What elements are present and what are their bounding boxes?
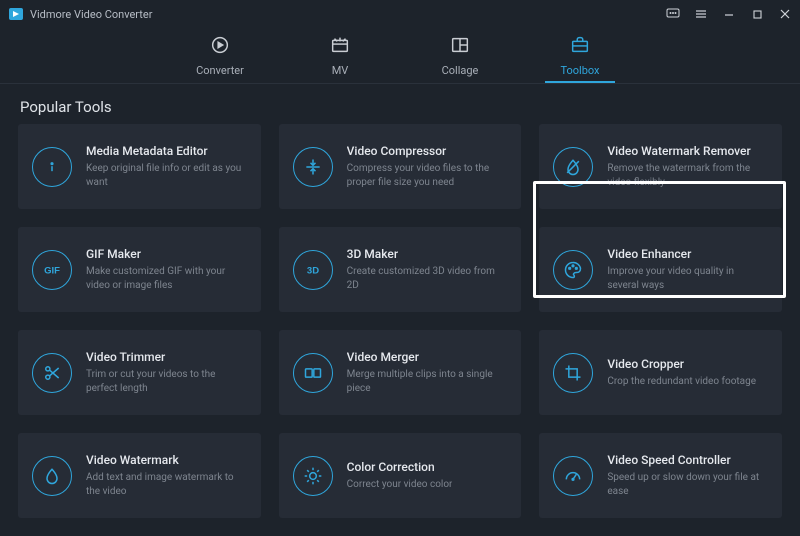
tool-media-metadata-editor[interactable]: Media Metadata Editor Keep original file…	[18, 124, 261, 209]
tools-grid: Media Metadata Editor Keep original file…	[0, 124, 800, 536]
scissors-icon	[32, 353, 72, 393]
tab-converter-label: Converter	[196, 64, 244, 77]
tab-toolbox-label: Toolbox	[560, 64, 599, 77]
tab-mv-label: MV	[332, 64, 349, 77]
feedback-icon[interactable]	[666, 7, 680, 21]
close-button[interactable]	[778, 7, 792, 21]
tab-mv[interactable]: MV	[309, 34, 371, 83]
crop-icon	[553, 353, 593, 393]
tool-3d-maker[interactable]: 3D 3D Maker Create customized 3D video f…	[279, 227, 522, 312]
svg-text:GIF: GIF	[44, 265, 60, 276]
tool-desc: Remove the watermark from the video flex…	[607, 162, 768, 189]
app-title: Vidmore Video Converter	[30, 8, 152, 21]
tool-desc: Trim or cut your videos to the perfect l…	[86, 368, 247, 395]
palette-icon	[553, 250, 593, 290]
merge-icon	[293, 353, 333, 393]
tool-title: Video Watermark	[86, 453, 247, 467]
tool-video-cropper[interactable]: Video Cropper Crop the redundant video f…	[539, 330, 782, 415]
mv-icon	[329, 34, 351, 60]
tool-title: Color Correction	[347, 460, 453, 474]
tool-desc: Correct your video color	[347, 478, 453, 492]
converter-icon	[209, 34, 231, 60]
tab-collage[interactable]: Collage	[429, 34, 491, 83]
tab-converter[interactable]: Converter	[189, 34, 251, 83]
toolbox-icon	[569, 34, 591, 60]
tool-desc: Speed up or slow down your file at ease	[607, 471, 768, 498]
tool-desc: Create customized 3D video from 2D	[347, 265, 508, 292]
tool-title: Video Watermark Remover	[607, 144, 768, 158]
collage-icon	[449, 34, 471, 60]
tool-title: Video Cropper	[607, 357, 756, 371]
tool-desc: Keep original file info or edit as you w…	[86, 162, 247, 189]
watermark-remove-icon	[553, 147, 593, 187]
tool-title: Video Speed Controller	[607, 453, 768, 467]
app-logo-icon	[8, 6, 24, 22]
tool-gif-maker[interactable]: GIF GIF Maker Make customized GIF with y…	[18, 227, 261, 312]
info-icon	[32, 147, 72, 187]
gif-icon: GIF	[32, 250, 72, 290]
tool-title: Video Compressor	[347, 144, 508, 158]
three-d-icon: 3D	[293, 250, 333, 290]
tool-title: Video Merger	[347, 350, 508, 364]
tool-desc: Crop the redundant video footage	[607, 375, 756, 389]
menu-icon[interactable]	[694, 7, 708, 21]
tool-color-correction[interactable]: Color Correction Correct your video colo…	[279, 433, 522, 518]
minimize-button[interactable]	[722, 7, 736, 21]
tabs-bar: Converter MV Collage Toolbox	[0, 28, 800, 84]
app-brand: Vidmore Video Converter	[8, 6, 152, 22]
window-controls	[666, 7, 792, 21]
maximize-button[interactable]	[750, 7, 764, 21]
tab-collage-label: Collage	[442, 64, 479, 77]
tool-desc: Merge multiple clips into a single piece	[347, 368, 508, 395]
content-area: Popular Tools Media Metadata Editor Keep…	[0, 84, 800, 536]
tool-title: GIF Maker	[86, 247, 247, 261]
svg-text:3D: 3D	[307, 265, 319, 276]
sun-icon	[293, 456, 333, 496]
tab-toolbox[interactable]: Toolbox	[549, 34, 611, 83]
tool-video-merger[interactable]: Video Merger Merge multiple clips into a…	[279, 330, 522, 415]
tool-desc: Add text and image watermark to the vide…	[86, 471, 247, 498]
tool-video-watermark[interactable]: Video Watermark Add text and image water…	[18, 433, 261, 518]
section-title: Popular Tools	[0, 84, 800, 124]
speed-icon	[553, 456, 593, 496]
tool-video-trimmer[interactable]: Video Trimmer Trim or cut your videos to…	[18, 330, 261, 415]
drop-icon	[32, 456, 72, 496]
tool-desc: Make customized GIF with your video or i…	[86, 265, 247, 292]
compress-icon	[293, 147, 333, 187]
tool-desc: Improve your video quality in several wa…	[607, 265, 768, 292]
tool-title: Media Metadata Editor	[86, 144, 247, 158]
tool-title: 3D Maker	[347, 247, 508, 261]
titlebar: Vidmore Video Converter	[0, 0, 800, 28]
tool-video-compressor[interactable]: Video Compressor Compress your video fil…	[279, 124, 522, 209]
tool-video-watermark-remover[interactable]: Video Watermark Remover Remove the water…	[539, 124, 782, 209]
tool-desc: Compress your video files to the proper …	[347, 162, 508, 189]
tool-video-speed-controller[interactable]: Video Speed Controller Speed up or slow …	[539, 433, 782, 518]
tool-title: Video Enhancer	[607, 247, 768, 261]
tool-video-enhancer[interactable]: Video Enhancer Improve your video qualit…	[539, 227, 782, 312]
tool-title: Video Trimmer	[86, 350, 247, 364]
